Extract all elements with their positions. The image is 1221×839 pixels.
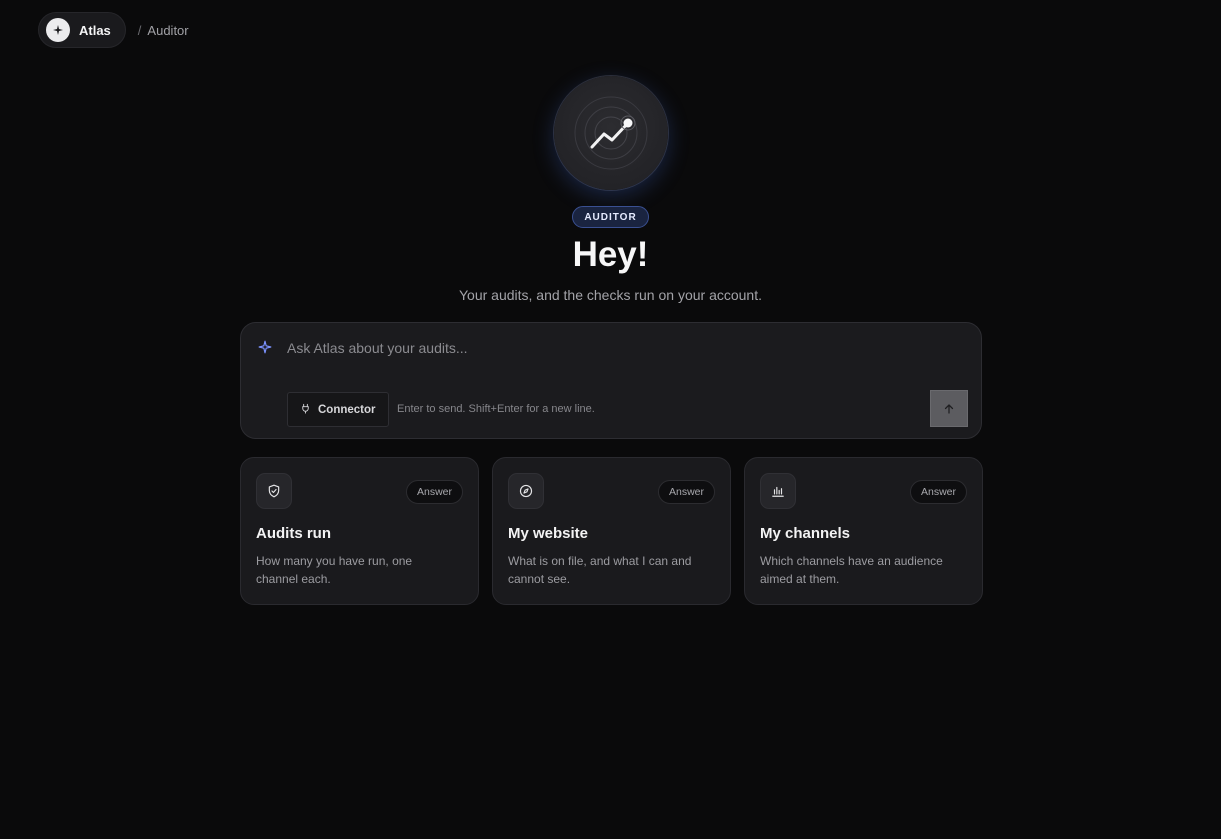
bar-chart-icon [760,473,796,509]
card-badge: Answer [909,480,967,504]
connector-button[interactable]: Connector [287,392,389,427]
sparkle-logo-icon [46,18,70,42]
shield-check-icon [256,473,292,509]
card-title: My website [508,525,589,542]
brand-name: Atlas [79,22,111,38]
connector-label: Connector [318,403,376,416]
role-badge: AUDITOR [572,206,649,228]
card-badge: Answer [405,480,463,504]
trending-chart-icon [574,96,647,170]
compass-icon [508,473,544,509]
card-description: How many you have run, one channel each. [256,554,413,586]
suggestion-card-my-channels[interactable]: Answer My channels Which channels have a… [744,457,983,605]
breadcrumb-separator: / [137,22,142,38]
card-title: Audits run [256,525,331,542]
chat-input[interactable] [287,340,887,356]
hero: AUDITOR Hey! Your audits, and the checks… [0,76,1221,303]
brand-button[interactable]: Atlas [38,12,126,48]
card-description: Which channels have an audience aimed at… [760,554,943,586]
arrow-up-icon [944,403,954,414]
top-bar: Atlas / Auditor [38,12,189,48]
send-button[interactable] [930,390,968,427]
breadcrumb-current[interactable]: Auditor [147,23,188,38]
composer-hint: Enter to send. Shift+Enter for a new lin… [397,403,595,415]
card-description: What is on file, and what I can and cann… [508,554,692,586]
breadcrumb: / Auditor [138,23,189,38]
suggestion-card-audits-run[interactable]: Answer Audits run How many you have run,… [240,457,479,605]
chat-composer: Connector Enter to send. Shift+Enter for… [240,322,982,439]
suggestion-card-my-website[interactable]: Answer My website What is on file, and w… [492,457,731,605]
card-badge: Answer [657,480,715,504]
suggestion-cards: Answer Audits run How many you have run,… [240,457,983,605]
page-subtitle: Your audits, and the checks run on your … [458,287,762,303]
sparkle-icon [258,340,272,359]
plug-icon [300,403,311,417]
card-title: My channels [760,525,851,542]
page-title: Hey! [572,235,649,274]
auditor-avatar [553,76,668,190]
